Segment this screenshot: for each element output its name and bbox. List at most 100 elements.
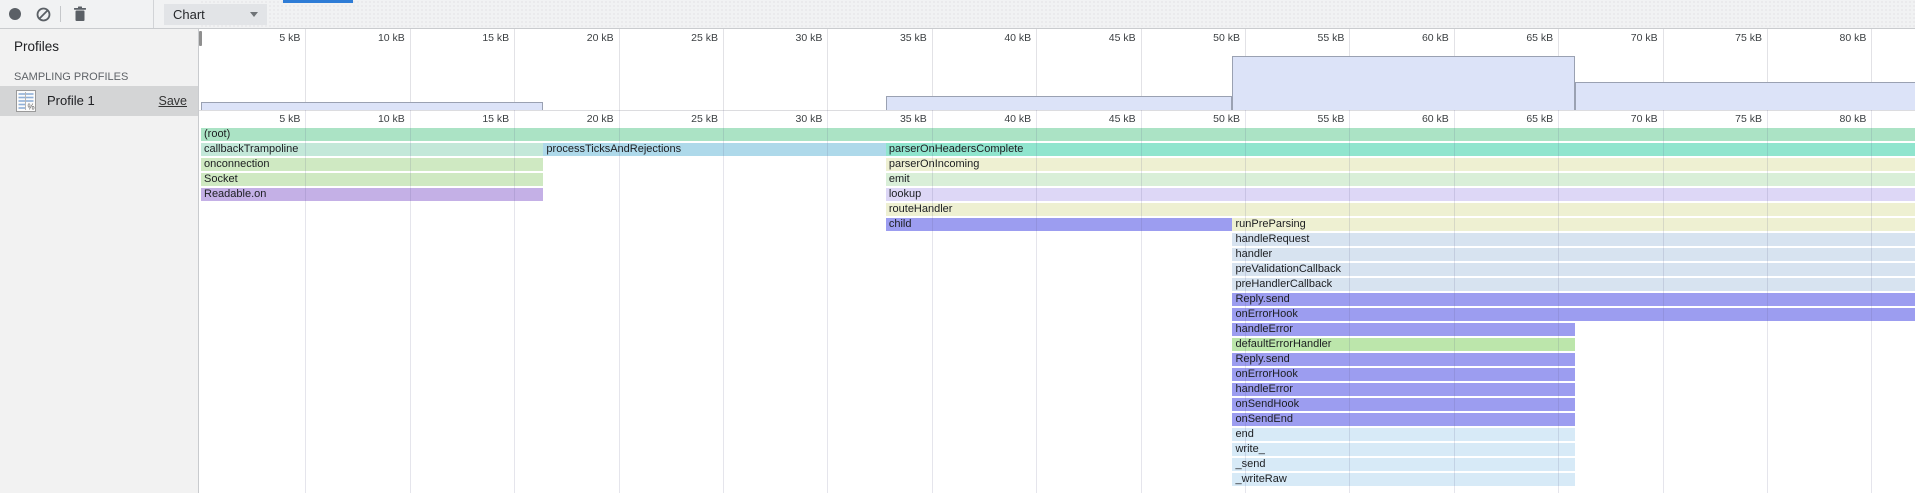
flame-frame[interactable]: processTicksAndRejections bbox=[543, 143, 885, 156]
grid-line bbox=[410, 29, 411, 110]
axis-tick-label: 65 kB bbox=[1493, 113, 1553, 125]
axis-tick-label: 35 kB bbox=[867, 32, 927, 44]
flame-frame[interactable]: handleRequest bbox=[1232, 233, 1915, 246]
grid-line bbox=[723, 29, 724, 110]
grid-line bbox=[619, 29, 620, 110]
axis-tick-label: 25 kB bbox=[658, 113, 718, 125]
grid-line bbox=[410, 110, 411, 493]
flame-frame[interactable]: defaultErrorHandler bbox=[1232, 338, 1574, 351]
flame-frame[interactable]: runPreParsing bbox=[1232, 218, 1915, 231]
grid-line bbox=[1558, 110, 1559, 493]
overview-memory-step bbox=[1575, 82, 1915, 110]
flame-frame[interactable]: Readable.on bbox=[201, 188, 543, 201]
flame-frame[interactable]: Reply.send bbox=[1232, 293, 1915, 306]
devtools-profiler-panel: Chart Profiles SAMPLING PROFILES % bbox=[0, 0, 1915, 493]
grid-line bbox=[932, 110, 933, 493]
axis-tick-label: 10 kB bbox=[345, 113, 405, 125]
record-icon[interactable] bbox=[1, 0, 29, 28]
profile-table-percent-icon: % bbox=[16, 90, 36, 117]
axis-tick-label: 45 kB bbox=[1076, 113, 1136, 125]
sampling-profiles-header: SAMPLING PROFILES bbox=[14, 71, 128, 83]
flame-frame[interactable]: handler bbox=[1232, 248, 1915, 261]
flame-frame[interactable]: callbackTrampoline bbox=[201, 143, 543, 156]
flame-frame[interactable]: onErrorHook bbox=[1232, 308, 1915, 321]
grid-line bbox=[1245, 110, 1246, 493]
flame-frame[interactable]: (root) bbox=[201, 128, 1915, 141]
axis-tick-label: 80 kB bbox=[1806, 32, 1866, 44]
axis-tick-label: 35 kB bbox=[867, 113, 927, 125]
axis-tick-label: 75 kB bbox=[1702, 32, 1762, 44]
save-profile-link[interactable]: Save bbox=[159, 94, 188, 108]
flame-frame[interactable]: lookup bbox=[886, 188, 1915, 201]
clear-icon[interactable] bbox=[29, 0, 57, 28]
axis-tick-label: 60 kB bbox=[1389, 32, 1449, 44]
grid-line bbox=[619, 110, 620, 493]
axis-tick-label: 70 kB bbox=[1598, 113, 1658, 125]
chevron-down-icon bbox=[250, 12, 258, 17]
axis-tick-label: 70 kB bbox=[1598, 32, 1658, 44]
flame-frame[interactable]: emit bbox=[886, 173, 1915, 186]
toolbar-separator bbox=[60, 6, 61, 22]
overview-memory-step bbox=[201, 102, 543, 110]
active-tab-indicator bbox=[283, 0, 353, 3]
axis-tick-label: 80 kB bbox=[1806, 113, 1866, 125]
grid-line bbox=[1454, 110, 1455, 493]
sidebar-item-profile-1[interactable]: % Profile 1 Save bbox=[0, 86, 198, 116]
axis-tick-label: 75 kB bbox=[1702, 113, 1762, 125]
grid-line bbox=[1663, 110, 1664, 493]
flame-frame[interactable]: onconnection bbox=[201, 158, 543, 171]
svg-text:%: % bbox=[28, 103, 35, 112]
overview-drag-handle[interactable] bbox=[199, 31, 202, 46]
axis-tick-label: 5 kB bbox=[240, 113, 300, 125]
axis-tick-label: 20 kB bbox=[554, 113, 614, 125]
sidebar-title: Profiles bbox=[14, 39, 59, 54]
flame-frame[interactable]: write_ bbox=[1232, 443, 1574, 456]
flame-frame[interactable]: preValidationCallback bbox=[1232, 263, 1915, 276]
grid-line bbox=[827, 29, 828, 110]
flame-chart-pane: 5 kB 10 kB 15 kB 20 kB 25 kB 30 kB 35 kB 40 kB 4… bbox=[199, 29, 1915, 493]
view-mode-value: Chart bbox=[164, 7, 250, 22]
toolbar-pattern bbox=[200, 0, 1915, 28]
flame-frame[interactable]: handleError bbox=[1232, 383, 1574, 396]
flame-frame[interactable]: Socket bbox=[201, 173, 543, 186]
flame-frame[interactable]: parserOnIncoming bbox=[886, 158, 1915, 171]
flame-frame[interactable]: onErrorHook bbox=[1232, 368, 1574, 381]
axis-tick-label: 15 kB bbox=[449, 32, 509, 44]
flame-frame[interactable]: preHandlerCallback bbox=[1232, 278, 1915, 291]
grid-line bbox=[1141, 110, 1142, 493]
grid-line bbox=[1349, 110, 1350, 493]
axis-tick-label: 55 kB bbox=[1284, 113, 1344, 125]
flame-frame[interactable]: handleError bbox=[1232, 323, 1574, 336]
grid-line bbox=[305, 110, 306, 493]
axis-tick-label: 40 kB bbox=[971, 32, 1031, 44]
flame-frame[interactable]: Reply.send bbox=[1232, 353, 1574, 366]
flame-frame[interactable]: onSendHook bbox=[1232, 398, 1574, 411]
grid-line bbox=[1871, 110, 1872, 493]
axis-tick-label: 65 kB bbox=[1493, 32, 1553, 44]
axis-tick-label: 45 kB bbox=[1076, 32, 1136, 44]
grid-line bbox=[514, 110, 515, 493]
flame-frame[interactable]: onSendEnd bbox=[1232, 413, 1574, 426]
axis-tick-label: 40 kB bbox=[971, 113, 1031, 125]
axis-tick-label: 55 kB bbox=[1284, 32, 1344, 44]
flame-frame[interactable]: _send bbox=[1232, 458, 1574, 471]
grid-line bbox=[1767, 110, 1768, 493]
grid-line bbox=[1036, 110, 1037, 493]
flame-frame[interactable]: child bbox=[886, 218, 1233, 231]
axis-tick-label: 10 kB bbox=[345, 32, 405, 44]
trash-icon[interactable] bbox=[66, 0, 94, 28]
flame-frame[interactable]: parserOnHeadersComplete bbox=[886, 143, 1915, 156]
view-mode-select[interactable]: Chart bbox=[164, 4, 267, 25]
flame-frame[interactable]: routeHandler bbox=[886, 203, 1915, 216]
axis-tick-label: 30 kB bbox=[762, 32, 822, 44]
overview-memory-step bbox=[886, 96, 1233, 110]
flame-frame[interactable]: _writeRaw bbox=[1232, 473, 1574, 486]
axis-tick-label: 50 kB bbox=[1180, 32, 1240, 44]
axis-tick-label: 5 kB bbox=[240, 32, 300, 44]
toolbar: Chart bbox=[0, 0, 1915, 29]
flame-frame[interactable]: end bbox=[1232, 428, 1574, 441]
overview-memory-step bbox=[1232, 56, 1574, 110]
toolbar-divider bbox=[153, 0, 154, 28]
axis-tick-label: 50 kB bbox=[1180, 113, 1240, 125]
axis-tick-label: 20 kB bbox=[554, 32, 614, 44]
